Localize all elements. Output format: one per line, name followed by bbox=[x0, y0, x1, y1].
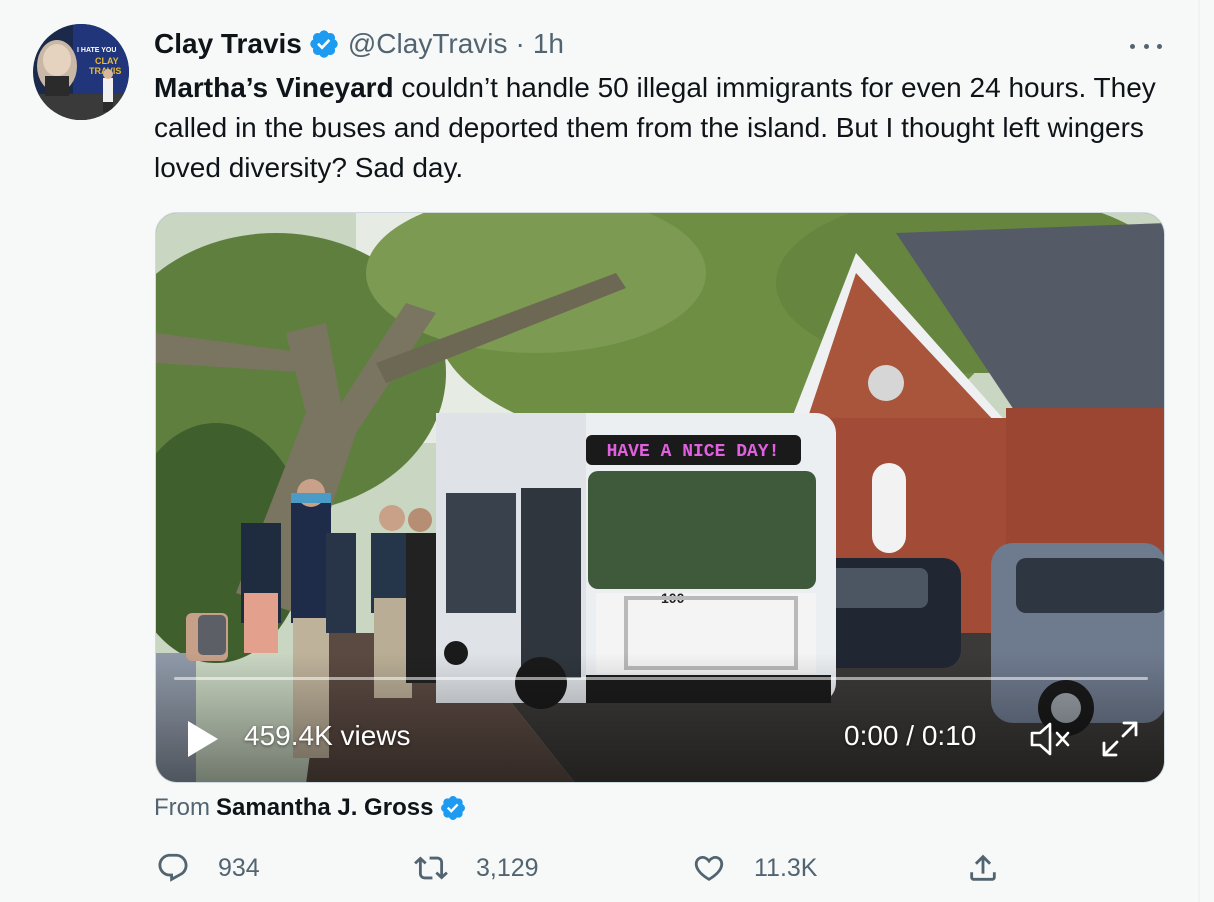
reply-button[interactable]: 934 bbox=[156, 848, 260, 888]
retweet-button[interactable]: 3,129 bbox=[414, 848, 539, 888]
avatar-text-1: I HATE YOU bbox=[77, 47, 116, 54]
retweet-count: 3,129 bbox=[476, 853, 539, 882]
share-button[interactable] bbox=[966, 848, 1000, 888]
avatar-image: I HATE YOU CLAY TRAVIS bbox=[33, 24, 129, 120]
reply-count: 934 bbox=[218, 853, 260, 882]
tweet-header: Clay Travis @ClayTravis · 1h bbox=[154, 26, 564, 62]
video-progress-bar[interactable] bbox=[174, 677, 1148, 680]
like-button[interactable]: 11.3K bbox=[692, 848, 817, 888]
divider bbox=[1198, 0, 1200, 902]
tweet-card[interactable]: I HATE YOU CLAY TRAVIS Clay Travis @Clay… bbox=[0, 0, 1200, 902]
fullscreen-icon[interactable] bbox=[1100, 719, 1140, 759]
separator-dot: · bbox=[515, 28, 525, 59]
like-icon bbox=[694, 855, 724, 881]
avatar[interactable]: I HATE YOU CLAY TRAVIS bbox=[33, 24, 129, 120]
retweet-icon bbox=[414, 856, 448, 880]
user-handle[interactable]: @ClayTravis bbox=[348, 28, 508, 60]
video-frame: HAVE A NICE DAY! 100 bbox=[156, 213, 1164, 782]
bus-sign: HAVE A NICE DAY! bbox=[607, 442, 780, 462]
media-attribution: From Samantha J. Gross bbox=[154, 794, 467, 822]
display-name[interactable]: Clay Travis bbox=[154, 28, 302, 60]
verified-badge-icon bbox=[310, 30, 338, 58]
video-player[interactable]: HAVE A NICE DAY! 100 459.4K views 0:00 /… bbox=[155, 212, 1165, 783]
mute-icon[interactable] bbox=[1028, 721, 1072, 757]
avatar-text-2: CLAY bbox=[95, 56, 119, 66]
view-count: 459.4K views bbox=[244, 720, 411, 751]
play-icon[interactable] bbox=[186, 719, 220, 759]
tweet-time[interactable]: 1h bbox=[533, 28, 564, 60]
share-icon bbox=[970, 854, 996, 881]
like-count: 11.3K bbox=[754, 853, 818, 882]
attribution-name[interactable]: Samantha J. Gross bbox=[216, 794, 433, 822]
reply-icon bbox=[158, 853, 188, 882]
tweet-text-bold: Martha’s Vineyard bbox=[154, 72, 394, 103]
more-icon[interactable] bbox=[1128, 36, 1164, 56]
video-timestamp: 0:00 / 0:10 bbox=[844, 720, 977, 751]
verified-badge-icon bbox=[441, 796, 466, 820]
tweet-text: Martha’s Vineyard couldn’t handle 50 ill… bbox=[154, 68, 1174, 188]
attribution-prefix: From bbox=[154, 794, 210, 821]
